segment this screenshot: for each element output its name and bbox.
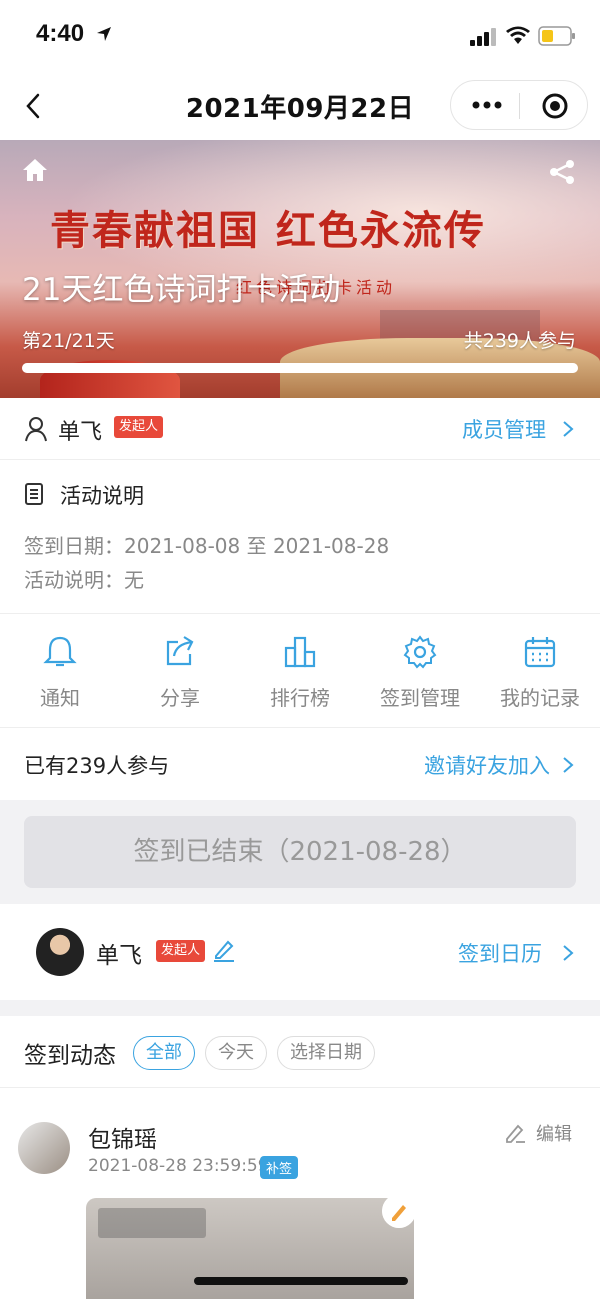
organizer-row: 单飞 发起人 成员管理 <box>0 398 600 460</box>
ranking-icon <box>284 636 316 668</box>
description-title: 活动说明 <box>60 484 144 508</box>
filter-select-date[interactable]: 选择日期 <box>277 1036 375 1070</box>
section-divider <box>0 1000 600 1016</box>
action-label: 签到管理 <box>380 686 460 710</box>
feed-header: 签到动态 全部 今天 选择日期 <box>0 1016 600 1088</box>
share-out-icon <box>166 636 194 666</box>
avatar[interactable] <box>18 1122 70 1174</box>
chevron-right-icon <box>563 421 574 437</box>
invite-friends-link[interactable]: 邀请好友加入 <box>424 750 550 780</box>
organizer-badge: 发起人 <box>156 940 206 962</box>
action-my-records[interactable]: 我的记录 <box>480 634 600 714</box>
edit-pencil-icon[interactable] <box>212 938 236 962</box>
wifi-icon <box>506 26 530 44</box>
participant-count: 已有239人参与 <box>24 754 170 778</box>
action-bar: 通知 分享 排行榜 签到管理 我的记录 <box>0 614 600 728</box>
calendar-icon <box>524 637 556 668</box>
description-text: 活动说明：无 <box>24 568 144 592</box>
gear-icon <box>403 635 437 669</box>
status-bar: 4:40 <box>0 0 600 70</box>
activity-banner: 青春献祖国 红色永流传 红色诗词打卡活动 21天红色诗词打卡活动 第21/21天… <box>0 140 600 398</box>
action-label: 排行榜 <box>270 686 330 710</box>
more-dots-icon[interactable] <box>471 95 503 115</box>
makeup-checkin-badge: 补签 <box>260 1156 299 1179</box>
home-icon[interactable] <box>22 158 48 182</box>
share-icon[interactable] <box>548 158 576 186</box>
bell-icon <box>43 636 77 667</box>
action-ranking[interactable]: 排行榜 <box>240 634 360 714</box>
avatar[interactable] <box>36 928 84 976</box>
location-arrow-icon <box>97 27 111 41</box>
action-checkin-manage[interactable]: 签到管理 <box>360 634 480 714</box>
cellular-signal-icon <box>470 28 496 46</box>
checkin-section: 签到已结束（2021-08-28） <box>0 800 600 904</box>
activity-description: 活动说明 签到日期：2021-08-08 至 2021-08-28 活动说明：无 <box>0 460 600 614</box>
progress-bar <box>22 363 578 373</box>
feed-title: 签到动态 <box>24 1043 116 1069</box>
edit-post-button[interactable]: 编辑 <box>536 1120 572 1146</box>
checkin-ended-button[interactable]: 签到已结束（2021-08-28） <box>24 816 576 888</box>
close-miniprogram-icon[interactable] <box>541 92 569 120</box>
organizer-name: 单飞 <box>58 420 103 445</box>
day-progress: 第21/21天 <box>22 330 115 352</box>
participant-total: 共239人参与 <box>463 330 576 352</box>
participants-row: 已有239人参与 邀请好友加入 <box>0 728 600 800</box>
document-icon <box>25 483 43 505</box>
status-time: 4:40 <box>36 20 85 47</box>
post-time: 2021-08-28 23:59:59 <box>88 1156 269 1176</box>
battery-icon <box>538 26 575 46</box>
checkin-calendar-link[interactable]: 签到日历 <box>458 938 542 968</box>
my-checkin-row: 单飞 发起人 签到日历 <box>0 904 600 1000</box>
post-author: 包锦瑶 <box>88 1127 157 1153</box>
action-label: 我的记录 <box>500 686 580 710</box>
activity-title: 21天红色诗词打卡活动 <box>22 272 341 308</box>
chevron-right-icon <box>563 945 574 961</box>
home-indicator <box>194 1277 408 1285</box>
action-label: 分享 <box>160 686 200 710</box>
filter-all[interactable]: 全部 <box>133 1036 195 1070</box>
filter-today[interactable]: 今天 <box>205 1036 267 1070</box>
edit-icon[interactable] <box>504 1122 526 1144</box>
feed-post: 包锦瑶 2021-08-28 23:59:59 补签 编辑 <box>0 1088 600 1299</box>
chevron-right-icon <box>563 757 574 773</box>
action-share[interactable]: 分享 <box>120 634 240 714</box>
my-name: 单飞 <box>96 943 142 969</box>
pencil-icon[interactable] <box>382 1194 416 1228</box>
progress-fill <box>22 363 578 373</box>
banner-slogan: 青春献祖国 红色永流传 <box>50 207 486 254</box>
user-icon <box>25 417 47 442</box>
checkin-dates: 签到日期：2021-08-08 至 2021-08-28 <box>24 534 390 558</box>
miniprogram-capsule <box>450 80 588 130</box>
action-label: 通知 <box>40 686 80 710</box>
action-notify[interactable]: 通知 <box>0 634 120 714</box>
photo-watermark <box>98 1208 206 1238</box>
nav-bar: 2021年09月22日 <box>0 70 600 140</box>
capsule-divider <box>519 93 520 119</box>
member-management-link[interactable]: 成员管理 <box>462 414 546 444</box>
organizer-badge: 发起人 <box>114 416 164 438</box>
